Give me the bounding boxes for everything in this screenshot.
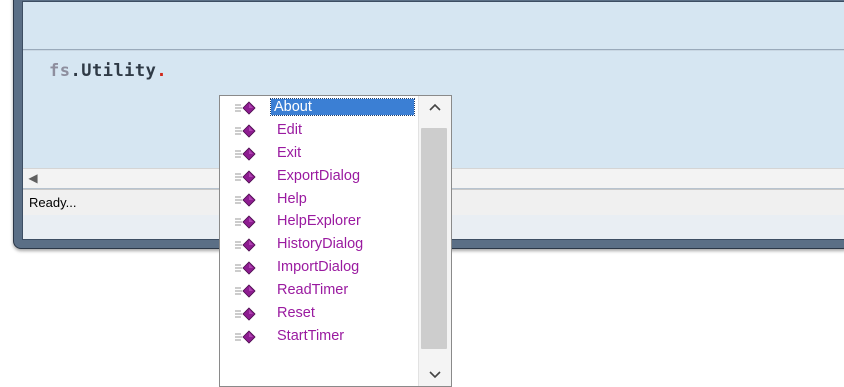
autocomplete-popup[interactable]: About Edit Exit ExportDialog Help HelpExplore…: [219, 95, 452, 387]
autocomplete-item-label: About: [270, 98, 415, 116]
code-line: fs.Utility.: [49, 61, 167, 81]
method-icon: [234, 284, 256, 298]
method-icon: [234, 261, 256, 275]
status-text: Ready...: [29, 195, 77, 210]
autocomplete-item[interactable]: ExportDialog: [220, 165, 416, 188]
method-icon: [234, 215, 256, 230]
autocomplete-item[interactable]: StartTimer: [220, 325, 416, 348]
autocomplete-item[interactable]: HistoryDialog: [220, 233, 416, 256]
autocomplete-item[interactable]: Help: [220, 188, 416, 211]
autocomplete-item[interactable]: Reset: [220, 302, 416, 325]
method-icon: [234, 170, 256, 184]
autocomplete-item[interactable]: Exit: [220, 142, 416, 165]
autocomplete-scrollbar[interactable]: [418, 96, 451, 386]
chevron-up-icon[interactable]: [419, 96, 451, 118]
autocomplete-list[interactable]: About Edit Exit ExportDialog Help HelpExplore…: [220, 96, 416, 348]
method-icon: [234, 124, 256, 138]
autocomplete-item[interactable]: Edit: [220, 119, 416, 142]
code-member: Utility: [81, 61, 157, 81]
chevron-down-icon[interactable]: [419, 364, 451, 386]
method-icon: [234, 192, 256, 207]
code-cursor-dot: .: [156, 61, 168, 81]
autocomplete-item[interactable]: ImportDialog: [220, 256, 416, 279]
autocomplete-item-label: Edit: [277, 121, 302, 138]
autocomplete-item-label: Help: [277, 190, 307, 207]
autocomplete-item-label: Exit: [277, 144, 302, 161]
autocomplete-item-label: ExportDialog: [277, 167, 361, 184]
method-icon: [234, 238, 256, 252]
scroll-left-icon[interactable]: ◀: [27, 170, 39, 187]
autocomplete-item-label: HelpExplorer: [277, 213, 361, 230]
autocomplete-item-label: Reset: [277, 305, 315, 322]
method-icon: [234, 147, 256, 161]
autocomplete-item[interactable]: HelpExplorer: [220, 210, 416, 233]
method-icon: [234, 330, 256, 344]
output-pane[interactable]: [23, 2, 844, 50]
autocomplete-item-label: HistoryDialog: [277, 236, 364, 253]
autocomplete-item[interactable]: About: [220, 96, 416, 119]
scroll-thumb[interactable]: [421, 128, 447, 349]
code-dot: .: [70, 61, 82, 81]
code-namespace: fs: [49, 61, 71, 81]
autocomplete-item-label: ImportDialog: [277, 259, 360, 276]
autocomplete-item-label: StartTimer: [277, 327, 345, 344]
autocomplete-item-label: ReadTimer: [277, 282, 349, 299]
method-icon: [234, 101, 256, 115]
method-icon: [234, 307, 256, 321]
autocomplete-item[interactable]: ReadTimer: [220, 279, 416, 302]
